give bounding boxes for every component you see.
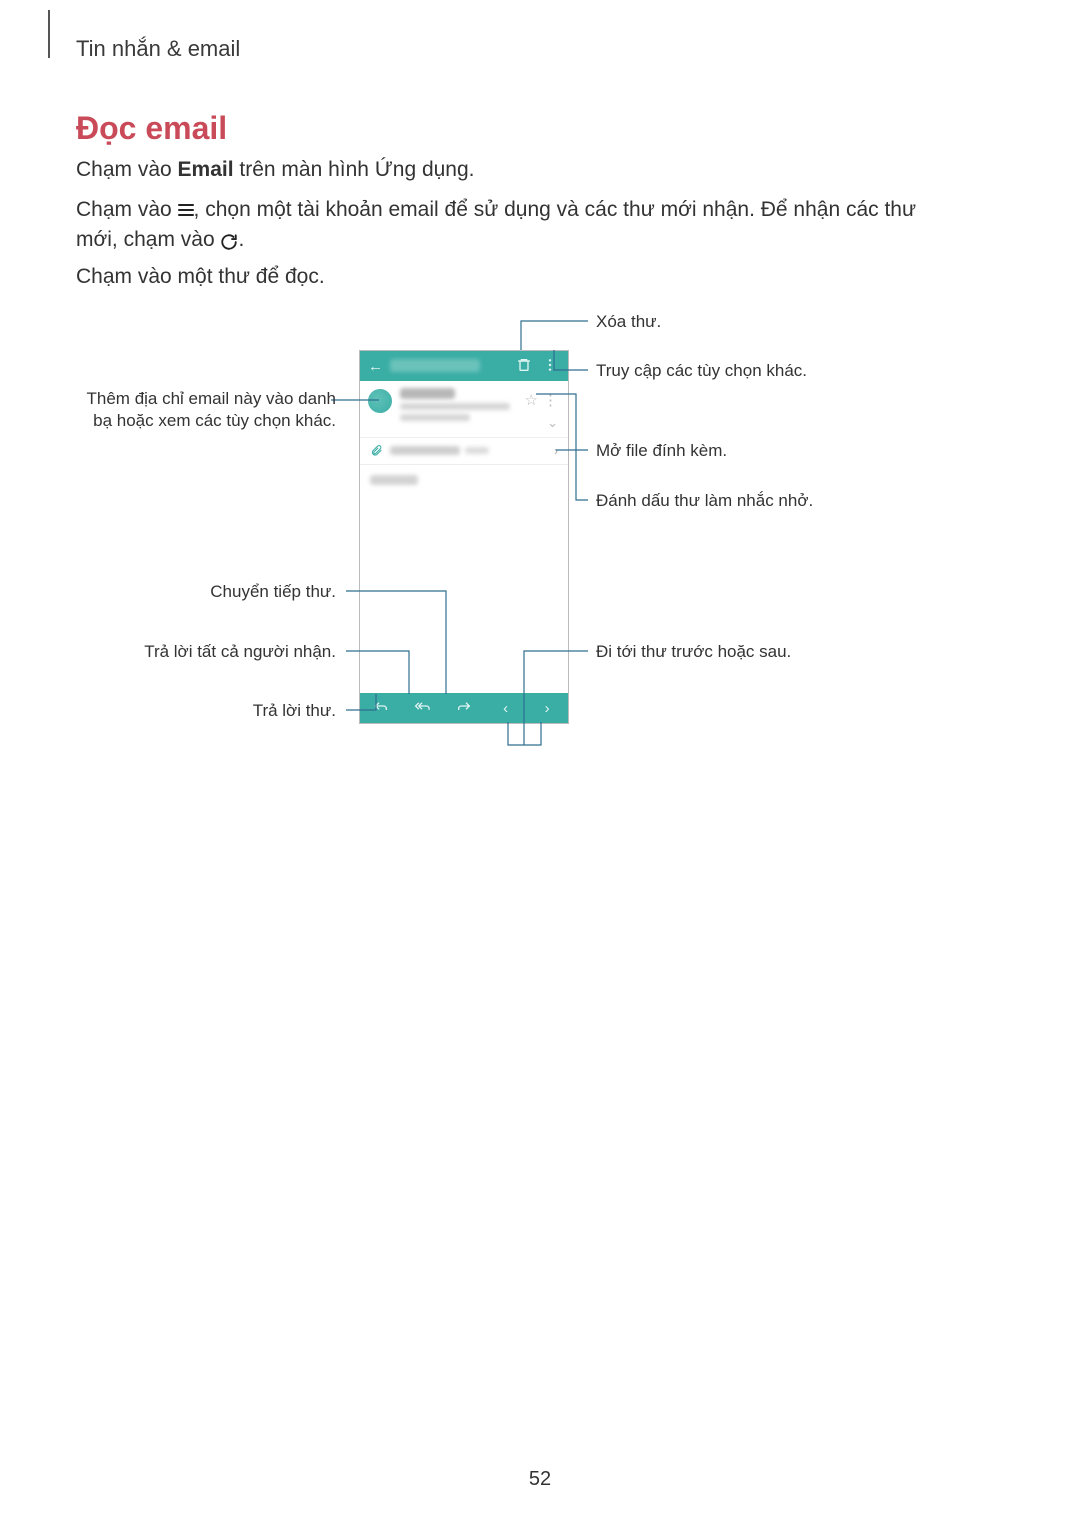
expand-chevron-icon[interactable]: ⌄ [547, 415, 558, 431]
item-more-icon[interactable]: ⋮ [543, 391, 558, 409]
back-icon[interactable]: ← [368, 358, 383, 375]
refresh-icon [220, 227, 238, 257]
p1-post: trên màn hình Ứng dụng. [234, 158, 475, 181]
sender-name-blur [400, 388, 455, 399]
callout-more-options: Truy cập các tùy chọn khác. [596, 361, 807, 381]
p2-seg2: , chọn một tài khoản email để sử dụng và… [76, 198, 916, 251]
page-number: 52 [0, 1468, 1080, 1491]
callout-reply: Trả lời thư. [76, 701, 336, 721]
p2-seg1: Chạm vào [76, 198, 178, 221]
p1-pre: Chạm vào [76, 158, 178, 181]
callout-open-attachment: Mở file đính kèm. [596, 441, 727, 461]
callout-delete: Xóa thư. [596, 312, 661, 332]
star-icon[interactable]: ☆ [525, 391, 538, 409]
diagram: ← ☆ ⋮ ⌄ › [76, 300, 956, 750]
prev-mail-icon[interactable]: ‹ [496, 700, 516, 717]
attachment-row[interactable]: › [360, 438, 568, 465]
sender-date-blur [400, 414, 470, 421]
paragraph-1: Chạm vào Email trên màn hình Ứng dụng. [76, 155, 956, 185]
breadcrumb: Tin nhắn & email [76, 36, 240, 62]
reply-icon[interactable] [371, 698, 391, 718]
attachment-name-blur [390, 446, 460, 455]
reply-all-icon[interactable] [412, 698, 432, 718]
body-text-blur [370, 475, 418, 485]
paragraph-2: Chạm vào , chọn một tài khoản email để s… [76, 195, 956, 258]
app-topbar: ← [360, 351, 568, 381]
delete-icon[interactable] [516, 357, 532, 378]
page-title: Đọc email [76, 110, 227, 147]
sender-address-blur [400, 403, 510, 410]
forward-icon[interactable] [454, 698, 474, 718]
callout-forward: Chuyển tiếp thư. [76, 582, 336, 602]
callout-reply-all: Trả lời tất cả người nhận. [76, 642, 336, 662]
hamburger-menu-icon [178, 204, 194, 218]
topbar-title-blur [390, 359, 480, 372]
mail-body [360, 465, 568, 691]
callout-add-contact: Thêm địa chỉ email này vào danh bạ hoặc … [76, 388, 336, 432]
bottom-bar: ‹ › [360, 693, 568, 723]
attachment-chevron-icon[interactable]: › [554, 444, 558, 458]
attachment-size-blur [465, 447, 489, 454]
more-icon[interactable] [542, 357, 558, 378]
avatar-icon[interactable] [368, 389, 392, 413]
sender-row: ☆ ⋮ ⌄ [360, 381, 568, 438]
phone-frame: ← ☆ ⋮ ⌄ › [359, 350, 569, 724]
p1-bold: Email [178, 158, 234, 181]
p2-seg3: . [238, 228, 244, 251]
next-mail-icon[interactable]: › [537, 700, 557, 717]
callout-flag-reminder: Đánh dấu thư làm nhắc nhở. [596, 491, 813, 511]
paperclip-icon [370, 444, 383, 460]
header-rule [48, 10, 50, 58]
callout-prev-next: Đi tới thư trước hoặc sau. [596, 642, 791, 662]
paragraph-3: Chạm vào một thư để đọc. [76, 262, 956, 292]
